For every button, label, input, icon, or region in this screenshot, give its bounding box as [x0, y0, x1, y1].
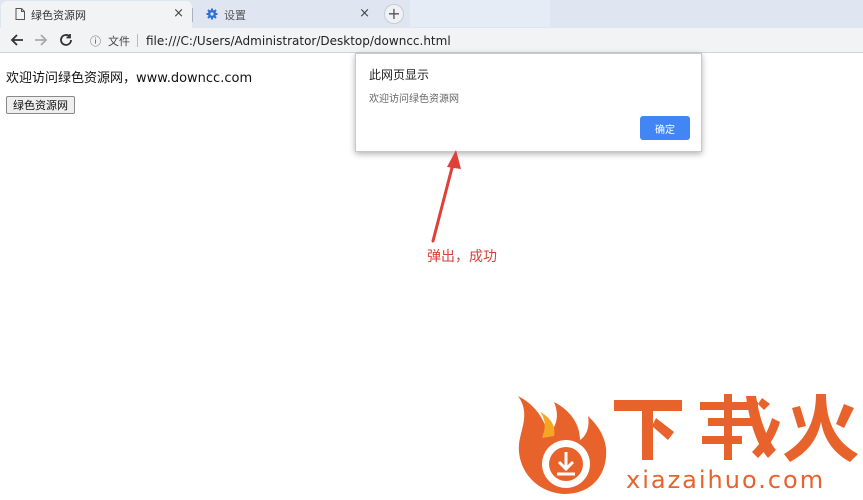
xiazaihuo-logo-icon: [518, 396, 607, 494]
ok-button[interactable]: 确定: [640, 116, 690, 140]
security-chip-label: 文件: [108, 34, 130, 48]
tab-downcc[interactable]: 绿色资源网 ×: [1, 1, 192, 28]
alert-dialog: 此网页显示 欢迎访问绿色资源网 确定: [355, 53, 702, 152]
reload-icon: [60, 34, 72, 46]
annotation-label: 弹出，成功: [427, 249, 497, 265]
welcome-text: 欢迎访问绿色资源网，www.downcc.com: [6, 71, 253, 86]
page-icon: [15, 5, 25, 24]
forward-arrow-icon: [35, 34, 48, 46]
address-bar[interactable]: ⓘ 文件 file:///C:/Users/Administrator/Desk…: [84, 30, 863, 51]
browser-toolbar: ⓘ 文件 file:///C:/Users/Administrator/Desk…: [0, 28, 863, 53]
annotation-arrow-icon: [431, 150, 461, 243]
back-button[interactable]: [8, 31, 26, 49]
url-text[interactable]: file:///C:/Users/Administrator/Desktop/d…: [146, 34, 451, 48]
reload-button[interactable]: [57, 31, 75, 49]
forward-button[interactable]: [32, 31, 50, 49]
chip-divider: [137, 34, 138, 47]
gear-icon: [206, 5, 218, 24]
back-arrow-icon: [10, 34, 23, 46]
close-icon[interactable]: ×: [359, 7, 370, 21]
dialog-title: 此网页显示: [369, 68, 430, 82]
close-icon[interactable]: ×: [173, 7, 184, 21]
tabstrip-background-decoration: [410, 0, 550, 27]
downcc-button[interactable]: 绿色资源网: [6, 96, 75, 114]
tab-title: 绿色资源网: [31, 8, 86, 22]
xiazaihuo-wordmark: [614, 394, 858, 462]
info-icon[interactable]: ⓘ: [90, 33, 101, 49]
tab-strip: 绿色资源网 × 设置 × +: [0, 0, 863, 28]
tab-settings[interactable]: 设置 ×: [192, 1, 378, 28]
watermark-url: xiazaihuo.com: [626, 466, 826, 494]
dialog-message: 欢迎访问绿色资源网: [369, 94, 459, 105]
new-tab-button[interactable]: +: [384, 4, 404, 24]
tab-title: 设置: [224, 8, 246, 22]
